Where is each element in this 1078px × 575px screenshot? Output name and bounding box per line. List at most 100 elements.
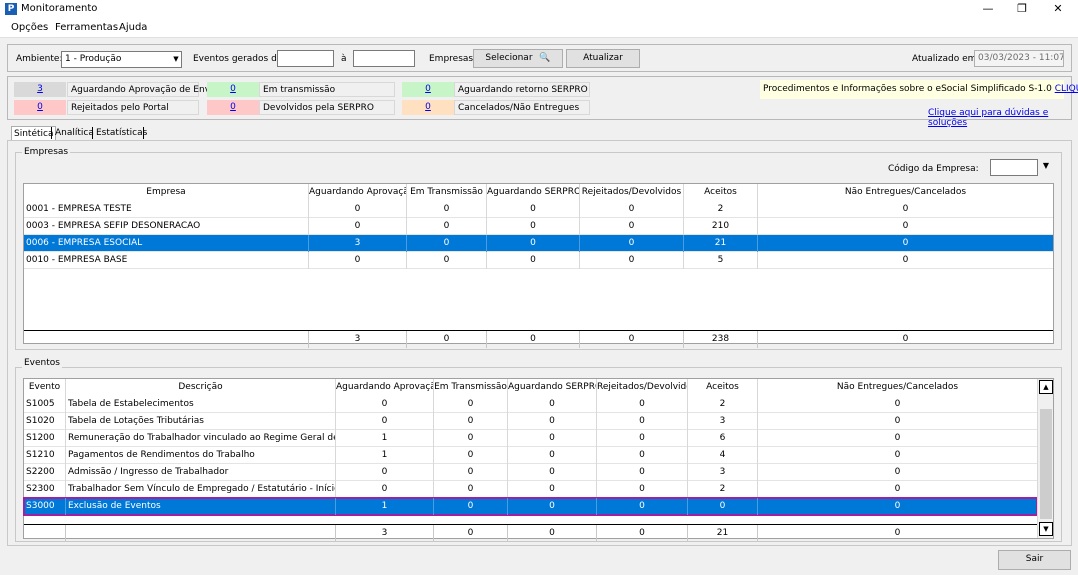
search-icon: 🔍 — [539, 53, 551, 63]
window-title: Monitoramento — [21, 3, 98, 14]
scroll-up-icon[interactable]: ▲ — [1039, 380, 1053, 394]
cancelados-count[interactable]: 0 — [425, 102, 431, 112]
table-row[interactable]: S1200 Remuneração do Trabalhador vinculad… — [24, 430, 1037, 447]
table-cell: 0 — [407, 218, 487, 235]
table-cell: 0 — [487, 252, 580, 269]
date-to-input[interactable] — [353, 50, 415, 67]
em-transmissao-count[interactable]: 0 — [230, 84, 236, 94]
codigo-empresa-input[interactable] — [990, 159, 1038, 176]
column-header[interactable]: Aguardando SERPRO — [487, 184, 580, 201]
table-row[interactable]: S1020 Tabela de Lotações Tributárias 0 0 0 0 3… — [24, 413, 1037, 430]
table-cell: 0 — [407, 235, 487, 252]
aguardando-envio-count-box: 3 — [14, 82, 66, 97]
atualizar-button[interactable]: Atualizar — [566, 49, 640, 68]
total-cell: 0 — [580, 331, 684, 348]
total-cell — [66, 525, 336, 542]
table-row[interactable]: S1005 Tabela de Estabelecimentos 0 0 0 0 2 0 — [24, 396, 1037, 413]
tab-divider — [143, 127, 144, 139]
column-header[interactable]: Descrição — [66, 379, 336, 396]
close-button[interactable]: ✕ — [1040, 0, 1076, 18]
devolvidos-label: Devolvidos pela SERPRO — [259, 100, 395, 115]
table-cell: 0 — [309, 218, 407, 235]
table-cell: 1 — [336, 447, 434, 464]
column-header[interactable]: Não Entregues/Cancelados — [758, 184, 1053, 201]
table-row[interactable]: S3000 Exclusão de Eventos 1 0 0 0 0 0 — [23, 497, 1038, 516]
total-cell — [24, 331, 309, 348]
em-transmissao-label: Em transmissão — [259, 82, 395, 97]
table-cell: 0 — [487, 201, 580, 218]
column-header[interactable]: Em Transmissão — [434, 379, 508, 396]
column-header[interactable]: Empresa — [24, 184, 309, 201]
tab-estatisticas[interactable]: Estatísticas — [94, 126, 149, 140]
column-header[interactable]: Aguardando Aprovação — [336, 379, 434, 396]
column-header[interactable]: Rejeitados/Devolvidos — [597, 379, 688, 396]
table-cell: 0 — [508, 413, 597, 430]
codigo-empresa-label: Código da Empresa: — [888, 164, 979, 174]
column-header[interactable]: Aceitos — [688, 379, 758, 396]
chevron-down-icon[interactable]: ▼ — [171, 52, 181, 67]
table-cell: 0 — [434, 481, 508, 498]
clique-aqui-link[interactable]: CLIQUE AQUI — [1055, 84, 1078, 94]
empresas-group-title: Empresas — [22, 147, 71, 157]
atualizado-label: Atualizado em: — [912, 54, 980, 64]
table-row[interactable]: 0006 - EMPRESA ESOCIAL 3 0 0 0 21 0 — [24, 235, 1053, 252]
table-cell: 0 — [580, 201, 684, 218]
table-cell: 0 — [688, 498, 758, 515]
column-header[interactable]: Aguardando Aprovação — [309, 184, 407, 201]
table-cell: S1005 — [24, 396, 66, 413]
table-cell: 2 — [688, 396, 758, 413]
menu-opcoes[interactable]: Opções — [11, 22, 48, 33]
minimize-button[interactable]: — — [970, 0, 1006, 18]
column-header[interactable]: Evento — [24, 379, 66, 396]
devolvidos-count[interactable]: 0 — [230, 102, 236, 112]
table-cell: 0 — [902, 255, 909, 265]
table-cell: 4 — [688, 447, 758, 464]
table-row[interactable]: 0001 - EMPRESA TESTE 0 0 0 0 2 0 — [24, 201, 1053, 218]
date-from-input[interactable] — [277, 50, 334, 67]
rejeitados-count[interactable]: 0 — [37, 102, 43, 112]
table-cell: 1 — [336, 498, 434, 515]
tab-analitica[interactable]: Analítica — [53, 126, 96, 140]
scroll-thumb[interactable] — [1040, 409, 1052, 519]
maximize-button[interactable]: ❐ — [1004, 0, 1040, 18]
table-cell: S3000 — [24, 498, 66, 515]
column-header[interactable]: Não Entregues/Cancelados — [758, 379, 1037, 396]
table-cell: 0 — [508, 396, 597, 413]
tab-sintetica[interactable]: Sintética — [11, 126, 57, 140]
aguardando-envio-count[interactable]: 3 — [37, 84, 43, 94]
table-row[interactable]: S1210 Pagamentos de Rendimentos do Trabal… — [24, 447, 1037, 464]
table-row[interactable]: S2200 Admissão / Ingresso de Trabalhador 0… — [24, 464, 1037, 481]
table-cell: 0 — [508, 447, 597, 464]
table-cell: 0 — [336, 396, 434, 413]
table-row[interactable]: 0003 - EMPRESA SEFIP DESONERACAO 0 0 0 0 210 0 — [24, 218, 1053, 235]
column-header[interactable]: Aceitos — [684, 184, 758, 201]
table-row[interactable]: S2300 Trabalhador Sem Vínculo de Empregad… — [24, 481, 1037, 498]
column-header[interactable]: Rejeitados/Devolvidos — [580, 184, 684, 201]
aguardando-retorno-count[interactable]: 0 — [425, 84, 431, 94]
total-cell: 0 — [597, 525, 688, 542]
atualizado-value: 03/03/2023 - 11:07 — [974, 50, 1064, 67]
table-cell: S1020 — [24, 413, 66, 430]
eventos-group-title: Eventos — [22, 358, 62, 368]
table-cell: 0 — [434, 464, 508, 481]
sair-button[interactable]: Sair — [998, 550, 1071, 570]
table-cell: 0 — [597, 413, 688, 430]
menu-ferramentas[interactable]: Ferramentas — [55, 22, 118, 33]
table-cell: 6 — [688, 430, 758, 447]
total-cell: 238 — [684, 331, 758, 348]
eventos-scrollbar[interactable]: ▲ ▼ — [1037, 379, 1053, 538]
table-cell: 0 — [902, 204, 909, 214]
duvidas-link[interactable]: Clique aqui para dúvidas e soluções — [928, 108, 1078, 128]
table-cell: 0 — [508, 481, 597, 498]
column-header[interactable]: Em Transmissão — [407, 184, 487, 201]
table-row[interactable]: 0010 - EMPRESA BASE 0 0 0 0 5 0 — [24, 252, 1053, 269]
chevron-down-icon[interactable]: ▼ — [1039, 160, 1053, 174]
selecionar-button[interactable]: Selecionar 🔍 — [473, 49, 563, 68]
ambiente-select[interactable]: 1 - Produção — [61, 51, 182, 68]
menu-ajuda[interactable]: Ajuda — [119, 22, 147, 33]
table-cell: 0 — [407, 252, 487, 269]
total-cell: 0 — [508, 525, 597, 542]
scroll-down-icon[interactable]: ▼ — [1039, 522, 1053, 536]
column-header[interactable]: Aguardando SERPRO — [508, 379, 597, 396]
cancelados-label: Cancelados/Não Entregues — [454, 100, 590, 115]
